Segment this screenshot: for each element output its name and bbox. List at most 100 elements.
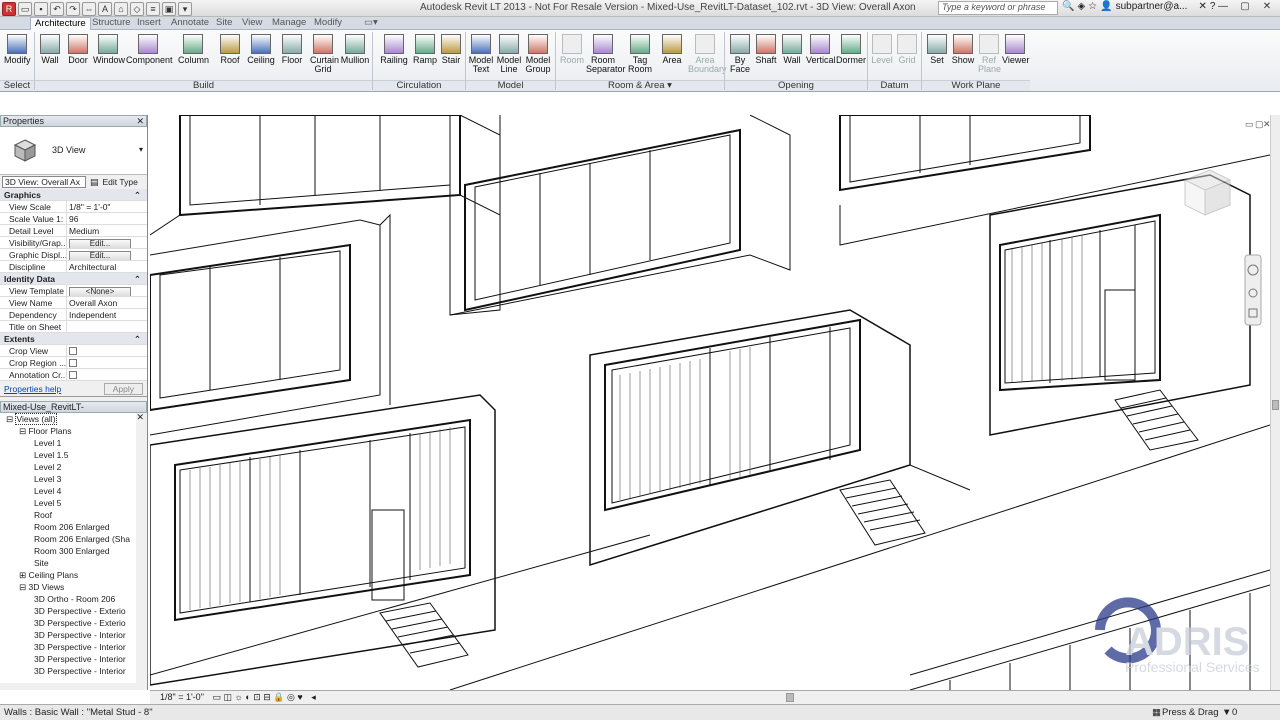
panel-label[interactable]: Model	[466, 80, 555, 91]
exchange-icon[interactable]: ✕	[1198, 1, 1206, 12]
collapse-icon[interactable]: ⌃	[134, 189, 141, 200]
area-boundary-button[interactable]: Area Boundary	[688, 32, 727, 80]
property-group-header[interactable]: Identity Data ⌃	[0, 273, 147, 285]
thin-lines-icon[interactable]: ≡	[146, 1, 160, 16]
property-value[interactable]: Independent	[66, 309, 147, 320]
collapse-icon[interactable]: ⌃	[134, 333, 141, 344]
tab-modify[interactable]: Modify	[310, 17, 346, 30]
ramp-button[interactable]: Ramp	[413, 32, 437, 80]
browser-item[interactable]: 3D Perspective - Interior	[0, 653, 136, 665]
tab-manage[interactable]: Manage	[268, 17, 310, 30]
tab-view[interactable]: View	[238, 17, 266, 30]
switch-windows-icon[interactable]: ▣	[162, 1, 176, 16]
edit-type-button[interactable]: Edit Type	[103, 177, 138, 187]
model-line-button[interactable]: Model Line	[496, 32, 522, 80]
browser-item[interactable]: Level 1	[0, 437, 136, 449]
property-value[interactable]: <None>	[66, 285, 147, 296]
close-button[interactable]: ✕	[1256, 0, 1278, 15]
redo-icon[interactable]: ↷	[66, 1, 80, 16]
shadows-icon[interactable]: ◐	[245, 692, 250, 702]
railing-button[interactable]: Railing	[379, 32, 409, 80]
panel-label[interactable]: Opening	[725, 80, 867, 91]
panel-label[interactable]: Circulation	[373, 80, 465, 91]
undo-icon[interactable]: ↶	[50, 1, 64, 16]
view-cube[interactable]	[1183, 169, 1232, 216]
browser-item[interactable]: 3D Perspective - Interior	[0, 629, 136, 641]
crop-region-icon[interactable]: ⊟	[263, 692, 271, 702]
property-checkbox[interactable]	[69, 371, 77, 379]
minimize-button[interactable]: —	[1212, 0, 1234, 15]
browser-item[interactable]: 3D Perspective - Exterio	[0, 605, 136, 617]
model-text-button[interactable]: Model Text	[468, 32, 494, 80]
horizontal-scrollbar-thumb[interactable]	[786, 693, 794, 702]
app-menu-icon[interactable]: R	[2, 1, 16, 16]
subscription-icon[interactable]: ◈	[1077, 1, 1085, 12]
browser-item[interactable]: 3D Perspective - Interior	[0, 665, 136, 677]
press-drag-icon[interactable]: ▦	[1152, 705, 1161, 720]
grid-button[interactable]: Grid	[896, 32, 918, 80]
mullion-button[interactable]: Mullion	[340, 32, 370, 80]
property-edit-button[interactable]: Edit...	[69, 239, 131, 248]
collapse-icon[interactable]: ⌃	[134, 273, 141, 284]
browser-item[interactable]: 3D Perspective - Interior	[0, 641, 136, 653]
browser-item[interactable]: Room 206 Enlarged	[0, 521, 136, 533]
property-edit-button[interactable]: Edit...	[69, 251, 131, 260]
tab-structure[interactable]: Structure	[88, 17, 135, 30]
column-button[interactable]: Column	[178, 32, 209, 80]
binoculars-icon[interactable]: 🔍	[1062, 1, 1074, 12]
edit-type-icon[interactable]: ▤	[90, 177, 99, 188]
room-button[interactable]: Room	[560, 32, 584, 80]
panel-label[interactable]: Work Plane	[922, 80, 1030, 91]
roof-button[interactable]: Roof	[218, 32, 242, 80]
detail-level-icon[interactable]: ▭	[212, 692, 221, 702]
property-value[interactable]	[66, 357, 147, 368]
room-separator-button[interactable]: Room Separator	[586, 32, 626, 80]
tab-insert[interactable]: Insert	[133, 17, 165, 30]
user-icon[interactable]: 👤	[1100, 1, 1112, 12]
browser-item[interactable]: ⊟ Views (all)	[0, 413, 136, 425]
property-group-header[interactable]: Graphics ⌃	[0, 189, 147, 201]
customize-qat-icon[interactable]: ▾	[178, 1, 192, 16]
browser-item[interactable]: Level 4	[0, 485, 136, 497]
door-button[interactable]: Door	[66, 32, 90, 80]
3d-view-icon[interactable]: ⌂	[114, 1, 128, 16]
property-value[interactable]	[66, 321, 147, 332]
modify-button[interactable]: Modify	[4, 32, 31, 80]
section-icon[interactable]: ◇	[130, 1, 144, 16]
shaft-button[interactable]: Shaft	[754, 32, 778, 80]
browser-item[interactable]: Roof	[0, 509, 136, 521]
set-button[interactable]: Set	[926, 32, 948, 80]
model-group-button[interactable]: Model Group	[524, 32, 552, 80]
close-icon[interactable]: ✕	[136, 412, 144, 422]
apply-button[interactable]: Apply	[103, 382, 143, 395]
panel-label[interactable]: Room & Area ▾	[556, 80, 724, 91]
filter-icon[interactable]: ▼	[1222, 705, 1231, 720]
axonometric-model[interactable]: ADRIS Professional Services ▭ ▢ ✕	[150, 115, 1270, 690]
curtain-grid-button[interactable]: Curtain Grid	[310, 32, 339, 80]
component-button[interactable]: Component	[126, 32, 173, 80]
crop-icon[interactable]: ⊡	[253, 692, 261, 702]
property-group-header[interactable]: Extents ⌃	[0, 333, 147, 345]
browser-item[interactable]: Site	[0, 557, 136, 569]
type-selector[interactable]: 3D View ▾	[0, 127, 147, 175]
save-icon[interactable]: ▪	[34, 1, 48, 16]
browser-item[interactable]: 3D Ortho - Room 206	[0, 593, 136, 605]
browser-item[interactable]: Level 3	[0, 473, 136, 485]
property-checkbox[interactable]	[69, 347, 77, 355]
instance-selector[interactable]: 3D View: Overall Ax	[2, 176, 86, 188]
tag-icon[interactable]: A	[98, 1, 112, 16]
close-icon[interactable]: ✕	[136, 116, 144, 126]
ribbon-options-icon[interactable]: ▭▾	[360, 17, 382, 30]
browser-item[interactable]: ⊟ Floor Plans	[0, 425, 136, 437]
reveal-hidden-icon[interactable]: ♥	[297, 692, 302, 702]
open-icon[interactable]: ▭	[18, 1, 32, 16]
browser-item[interactable]: Room 206 Enlarged (Sha	[0, 533, 136, 545]
browser-item[interactable]: Level 5	[0, 497, 136, 509]
property-value[interactable]: 1/8" = 1'-0"	[66, 201, 147, 212]
navigation-bar[interactable]	[1244, 254, 1262, 326]
property-value[interactable]	[66, 345, 147, 356]
browser-item[interactable]: Level 1.5	[0, 449, 136, 461]
hide-isolate-icon[interactable]: ◎	[287, 692, 295, 702]
property-value[interactable]: 96	[66, 213, 147, 224]
browser-item[interactable]: Room 300 Enlarged	[0, 545, 136, 557]
